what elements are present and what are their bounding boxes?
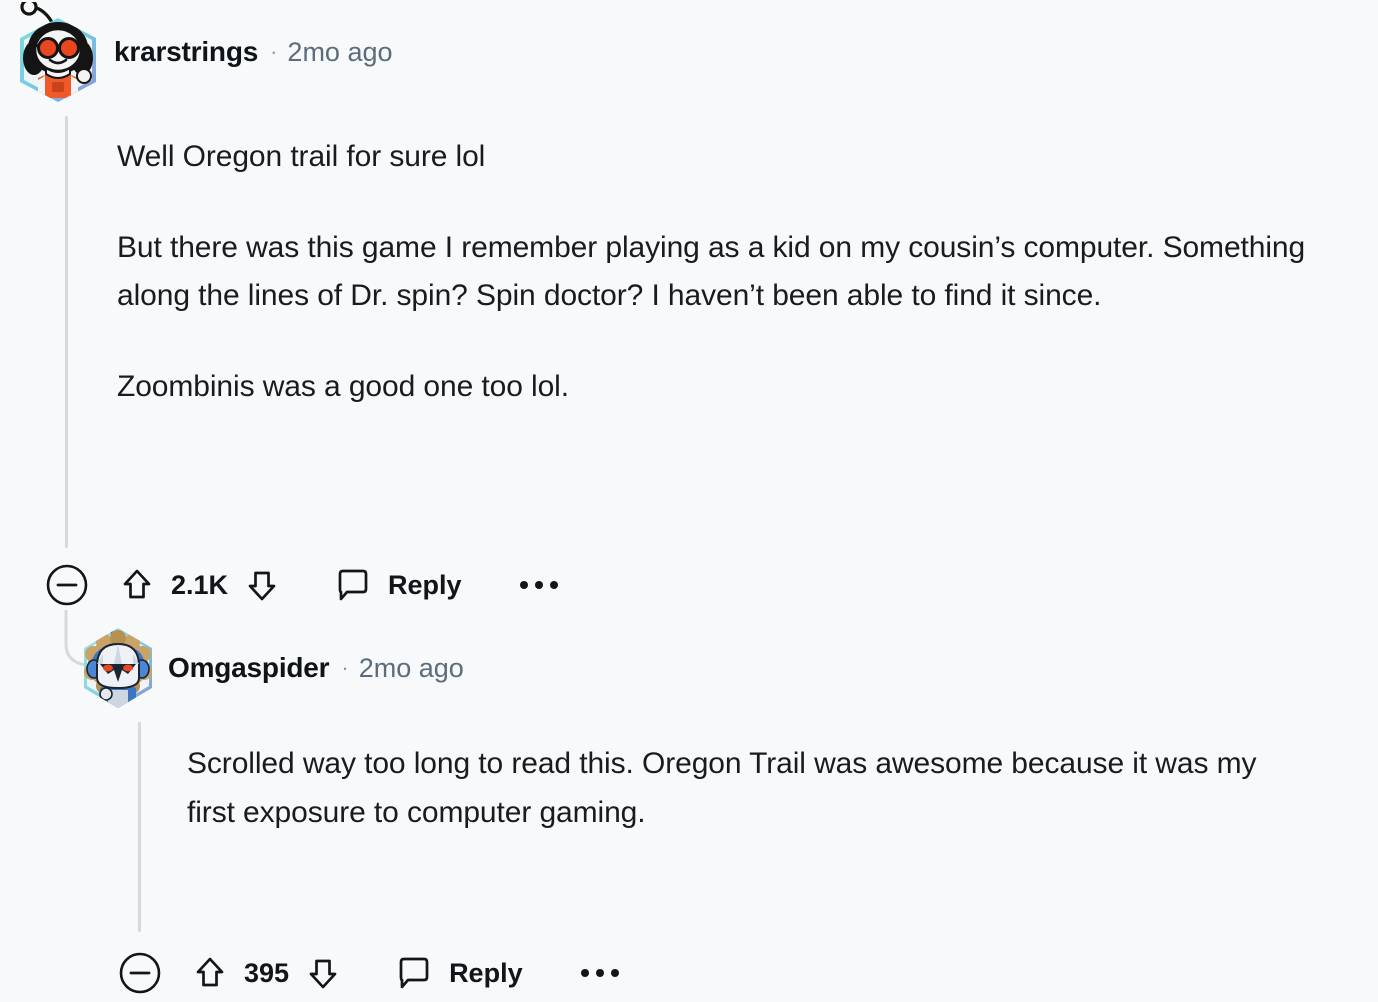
collapse-comment-button[interactable]	[118, 947, 162, 999]
vote-group-root: 2.1K	[115, 559, 284, 611]
header-separator-root: ·	[270, 39, 278, 64]
more-horizontal-icon	[549, 581, 558, 589]
vote-count-root: 2.1K	[171, 569, 229, 600]
reply-label: Reply	[388, 569, 462, 600]
more-options-button[interactable]	[519, 581, 558, 589]
user-avatar-omgaspider[interactable]	[78, 624, 158, 712]
threadline-root[interactable]	[65, 116, 68, 548]
comment-paragraph: But there was this game I remember playi…	[117, 230, 1306, 313]
upvote-arrow-icon	[196, 957, 224, 987]
comment-root: krarstrings · 2mo ago Well Oregon trail …	[0, 0, 1378, 667]
comment-author-root[interactable]: krarstrings	[114, 36, 258, 68]
collapse-comment-button[interactable]	[45, 559, 89, 611]
more-options-button[interactable]	[580, 969, 619, 977]
comment-paragraph: Well Oregon trail for sure lol	[117, 140, 486, 173]
comment-bubble-icon	[338, 569, 368, 601]
more-horizontal-icon	[595, 969, 604, 977]
downvote-arrow-icon	[309, 959, 337, 989]
downvote-arrow-icon	[248, 571, 276, 601]
reply-button[interactable]: Reply	[393, 953, 523, 993]
comment-body-root: Well Oregon trail for sure lol But there…	[117, 133, 1347, 411]
comment-author-reply[interactable]: Omgaspider	[168, 652, 330, 684]
reply-button[interactable]: Reply	[332, 565, 462, 605]
comment-header-reply: Omgaspider · 2mo ago	[78, 622, 464, 714]
user-avatar-krarstrings[interactable]	[12, 2, 104, 102]
upvote-button[interactable]	[115, 559, 159, 611]
comment-actions-root: 2.1K Reply	[45, 556, 558, 614]
minus-circle-icon	[46, 564, 88, 606]
vote-count-reply: 395	[244, 957, 290, 988]
comment-body-reply: Scrolled way too long to read this. Oreg…	[187, 740, 1297, 837]
comment-header-root: krarstrings · 2mo ago	[0, 0, 1378, 104]
reply-label: Reply	[449, 957, 523, 988]
comment-bubble-icon	[399, 957, 429, 989]
vote-group-reply: 395	[188, 947, 345, 999]
minus-circle-icon	[119, 952, 161, 994]
upvote-arrow-icon	[123, 569, 151, 599]
comment-paragraph: Zoombinis was a good one too lol.	[117, 369, 569, 403]
more-horizontal-icon	[534, 581, 543, 589]
threadline-reply[interactable]	[138, 722, 141, 932]
downvote-button[interactable]	[240, 559, 284, 611]
more-horizontal-icon	[610, 969, 619, 977]
upvote-button[interactable]	[188, 947, 232, 999]
comment-paragraph: Scrolled way too long to read this. Oreg…	[187, 747, 1257, 829]
comment-thread: krarstrings · 2mo ago Well Oregon trail …	[0, 0, 1378, 1002]
more-horizontal-icon	[519, 581, 528, 589]
comment-timestamp-reply: 2mo ago	[358, 652, 464, 683]
comment-actions-reply: 395 Reply	[118, 944, 619, 1002]
header-separator-reply: ·	[341, 655, 349, 680]
downvote-button[interactable]	[301, 947, 345, 999]
comment-timestamp-root: 2mo ago	[287, 36, 393, 67]
more-horizontal-icon	[580, 969, 589, 977]
